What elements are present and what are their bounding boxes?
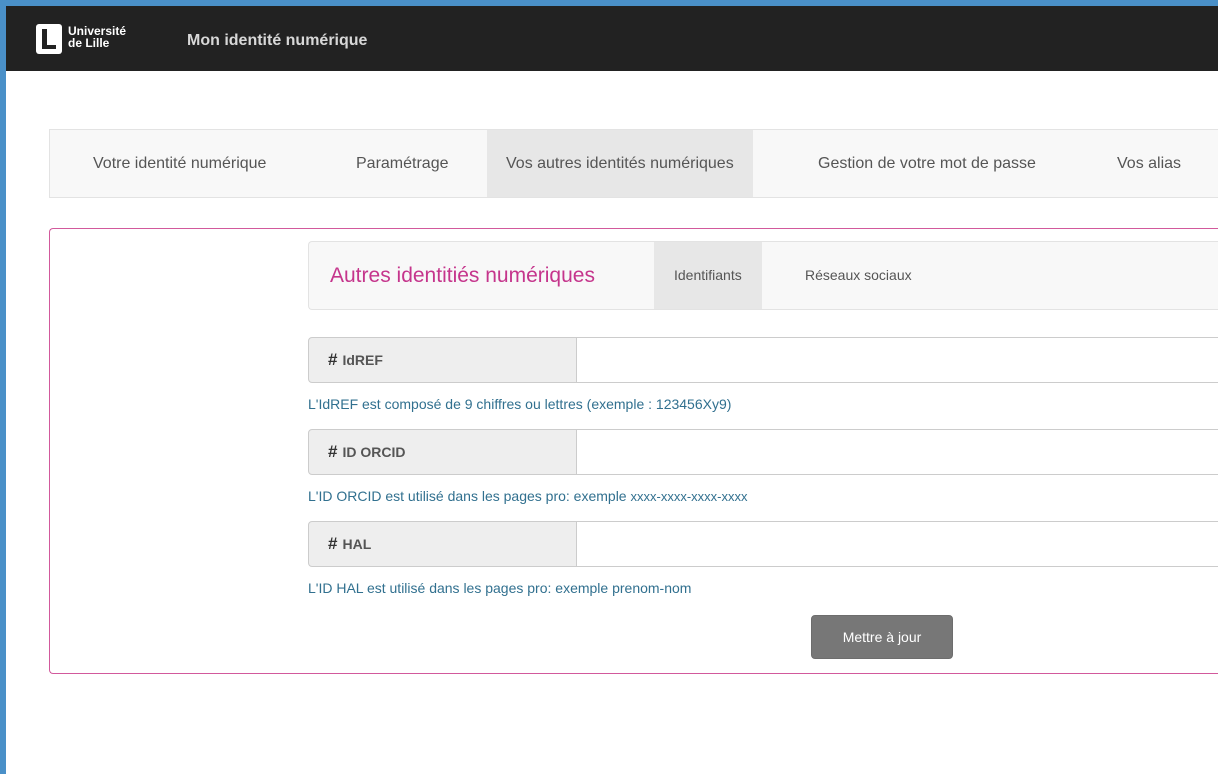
orcid-addon: # ID ORCID — [308, 429, 577, 475]
orcid-help-example: xxxx-xxxx-xxxx-xxxx — [630, 489, 748, 504]
hal-input[interactable] — [576, 521, 1218, 567]
universite-de-lille-logo[interactable] — [36, 24, 62, 54]
tab-votre-identite[interactable]: Votre identité numérique — [75, 130, 284, 197]
idref-label: IdREF — [342, 352, 383, 368]
hash-icon: # — [328, 350, 338, 369]
window-left-border — [0, 0, 6, 774]
orcid-help-text: L'ID ORCID est utilisé dans les pages pr… — [308, 488, 631, 504]
subnav: Autres identitiés numériques Identifiant… — [308, 241, 1218, 310]
logo-text: Université de Lille — [68, 25, 126, 49]
hash-icon: # — [328, 534, 338, 553]
hash-icon: # — [328, 442, 338, 461]
orcid-label: ID ORCID — [342, 444, 406, 460]
idref-group: # IdREF — [308, 337, 1218, 383]
subtab-identifiants[interactable]: Identifiants — [654, 242, 762, 309]
main-tabs: Votre identité numérique Paramétrage Vos… — [49, 129, 1218, 198]
tab-alias[interactable]: Vos alias — [1098, 130, 1200, 197]
orcid-help: L'ID ORCID est utilisé dans les pages pr… — [308, 488, 748, 504]
subnav-title: Autres identitiés numériques — [330, 264, 595, 287]
idref-help: L'IdREF est composé de 9 chiffres ou let… — [308, 396, 732, 412]
logo-line2: de Lille — [68, 36, 110, 50]
tab-parametrage[interactable]: Paramétrage — [338, 130, 467, 197]
tab-autres-identites[interactable]: Vos autres identités numériques — [487, 130, 753, 197]
hal-group: # HAL — [308, 521, 1218, 567]
app-title[interactable]: Mon identité numérique — [187, 32, 367, 50]
tab-mot-de-passe[interactable]: Gestion de votre mot de passe — [799, 130, 1055, 197]
hal-help: L'ID HAL est utilisé dans les pages pro:… — [308, 580, 692, 596]
orcid-input[interactable] — [576, 429, 1218, 475]
orcid-group: # ID ORCID — [308, 429, 1218, 475]
subtab-reseaux-sociaux[interactable]: Réseaux sociaux — [786, 242, 931, 309]
idref-input[interactable] — [576, 337, 1218, 383]
idref-addon: # IdREF — [308, 337, 577, 383]
hal-label: HAL — [342, 536, 372, 552]
hal-addon: # HAL — [308, 521, 577, 567]
top-navbar: Université de Lille Mon identité numériq… — [6, 6, 1218, 71]
update-button[interactable]: Mettre à jour — [811, 615, 953, 659]
